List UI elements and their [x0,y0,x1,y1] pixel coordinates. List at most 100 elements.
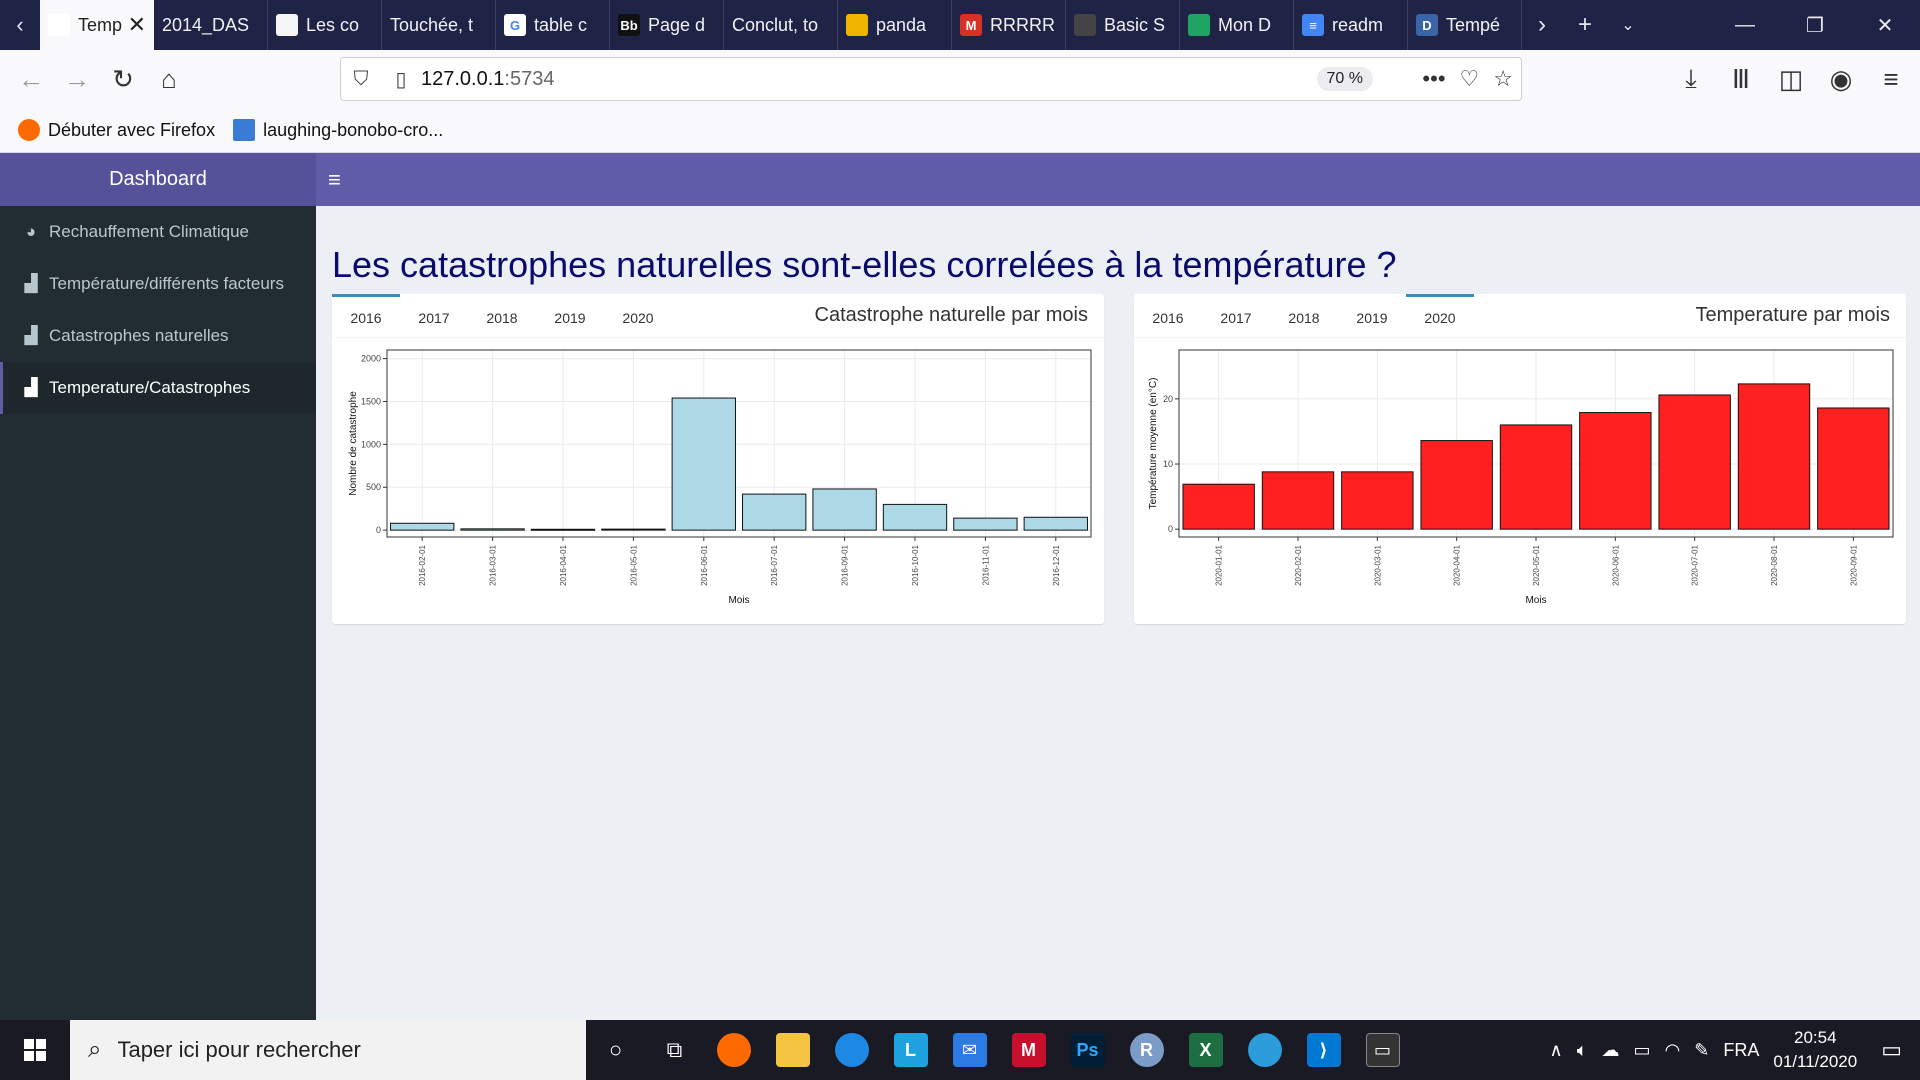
shield-icon[interactable]: ⛉ [341,68,381,91]
task-view-icon[interactable]: ⧉ [645,1020,704,1080]
mail-icon[interactable]: ✉ [940,1020,999,1080]
tab-year[interactable]: 2019 [1338,294,1406,338]
forward-icon[interactable]: → [54,56,100,102]
mcafee-icon[interactable]: M [999,1020,1058,1080]
app-brand[interactable]: Dashboard [0,153,316,206]
tab-label: Mon D [1218,14,1272,35]
app-header: Dashboard ≡ [0,153,1920,206]
pocket-icon[interactable]: ♡ [1460,66,1480,92]
bookmark-firefox[interactable]: Débuter avec Firefox [18,119,215,141]
tab-year[interactable]: 2018 [468,294,536,338]
close-window-icon[interactable]: ✕ [1850,0,1920,50]
tab-favicon-icon: ≡ [1302,14,1324,36]
address-bar[interactable]: ⛉ ▯ 127.0.0.1:5734 70 % ••• ♡ ☆ [340,57,1522,101]
windows-start-icon[interactable] [0,1020,70,1080]
browser-tab[interactable]: Touchée, t [382,0,496,50]
browser-tab[interactable]: ≡ readm [1294,0,1408,50]
downloads-icon[interactable]: ⤓ [1668,56,1714,102]
library-icon[interactable]: Ⅲ [1718,56,1764,102]
browser-tab[interactable]: Gtable c [496,0,610,50]
language-indicator[interactable]: FRA [1723,1040,1759,1061]
tab-year[interactable]: 2019 [536,294,604,338]
tab-year[interactable]: 2016 [332,294,400,338]
cortana-icon[interactable]: ○ [586,1020,645,1080]
catastrophe-chart: 0 500 1000 1500 2000 2016-02-01 2016-03-01 2016… [348,349,1092,606]
tab-label: Basic S [1104,14,1166,35]
x-tick-label: 2016-04-01 [559,544,568,585]
list-all-tabs-icon[interactable]: ⌄ [1608,0,1648,50]
new-tab-icon[interactable]: + [1562,0,1608,50]
clock[interactable]: 20:54 01/11/2020 [1773,1026,1857,1074]
browser-tab[interactable]: Basic S [1066,0,1180,50]
tab-year[interactable]: 2020 [1406,294,1474,338]
onedrive-icon[interactable]: ☁ [1602,1040,1620,1061]
sidebar-toggle-icon[interactable]: ≡ [328,153,341,206]
sidebar-item-temperature-catastrophes[interactable]: ▟ Temperature/Catastrophes [0,362,316,414]
menu-icon[interactable]: ≡ [1868,56,1914,102]
tab-favicon-icon: Bb [618,14,640,36]
page-actions-icon[interactable]: ••• [1422,66,1445,92]
url-port: :5734 [504,67,555,90]
browser-tab[interactable]: Bb Page d [610,0,724,50]
wifi-icon[interactable]: ◠ [1665,1040,1681,1061]
tab-label: panda [876,14,927,35]
zoom-level[interactable]: 70 % [1316,67,1373,91]
tab-year[interactable]: 2017 [400,294,468,338]
tab-favicon-icon [1188,14,1210,36]
x-tick-label: 2016-05-01 [629,544,638,585]
vscode-icon[interactable]: ⟩ [1294,1020,1353,1080]
sidebar-item-temperature-facteurs[interactable]: ▟ Température/différents facteurs [0,258,316,310]
reload-icon[interactable]: ↻ [100,56,146,102]
notifications-icon[interactable]: ▭ [1881,1037,1902,1063]
browser-tab[interactable]: 2014_DAS [154,0,268,50]
tab-year[interactable]: 2017 [1202,294,1270,338]
url-text[interactable]: 127.0.0.1:5734 [421,68,554,91]
y-tick-label: 0 [1168,524,1173,534]
browser-tab[interactable]: Les co [268,0,382,50]
file-explorer-icon[interactable] [763,1020,822,1080]
close-tab-icon[interactable]: ✕ [128,12,146,38]
photoshop-icon[interactable]: Ps [1058,1020,1117,1080]
bar [1261,471,1335,530]
y-tick-label: 2000 [361,354,381,364]
account-icon[interactable]: ◉ [1818,56,1864,102]
restore-icon[interactable]: ❐ [1780,0,1850,50]
sidebar-item-catastrophes[interactable]: ▟ Catastrophes naturelles [0,310,316,362]
battery-icon[interactable]: ▭ [1634,1040,1651,1061]
tab-favicon-icon [846,14,868,36]
tab-scroll-left-icon[interactable]: ‹ [0,0,40,50]
taskbar-search[interactable]: ⌕ Taper ici pour rechercher [70,1020,586,1080]
tab-year[interactable]: 2020 [604,294,672,338]
browser-tab[interactable]: M RRRRR [952,0,1066,50]
back-icon[interactable]: ← [8,56,54,102]
excel-icon[interactable]: X [1176,1020,1235,1080]
tray-overflow-icon[interactable]: ∧ [1550,1040,1563,1061]
bookmark-bonobo[interactable]: laughing-bonobo-cro... [233,119,443,141]
tab-year[interactable]: 2018 [1270,294,1338,338]
tab-label: Tempé [1446,14,1501,35]
r-icon[interactable]: R [1117,1020,1176,1080]
catastrophe-box: 2016 2017 2018 2019 2020 Catastrophe naturel… [332,294,1104,624]
bookmark-star-icon[interactable]: ☆ [1493,66,1513,92]
pen-icon[interactable]: ✎ [1694,1040,1709,1061]
x-tick-label: 2020-06-01 [1611,544,1620,585]
edge-icon[interactable] [822,1020,881,1080]
browser-tab[interactable]: panda [838,0,952,50]
tab-scroll-right-icon[interactable]: › [1522,0,1562,50]
browser-tab[interactable]: Conclut, to [724,0,838,50]
app-sidebar: ◕ Rechauffement Climatique ▟ Température… [0,206,316,1020]
volume-icon[interactable]: 🔈︎ [1577,1040,1588,1061]
tips-icon[interactable] [1235,1020,1294,1080]
browser-tab[interactable]: Tempér ✕ [40,0,154,50]
terminal-icon[interactable]: ▭ [1353,1020,1412,1080]
firefox-taskbar-icon[interactable] [704,1020,763,1080]
browser-tab[interactable]: D Tempé [1408,0,1522,50]
minimize-icon[interactable]: — [1710,0,1780,50]
tab-year[interactable]: 2016 [1134,294,1202,338]
browser-tab[interactable]: Mon D [1180,0,1294,50]
sidebar-toggle-icon[interactable]: ◫ [1768,56,1814,102]
tab-label: Les co [306,14,360,35]
l-app-icon[interactable]: L [881,1020,940,1080]
sidebar-item-rechauffement[interactable]: ◕ Rechauffement Climatique [0,206,316,258]
home-icon[interactable]: ⌂ [146,56,192,102]
